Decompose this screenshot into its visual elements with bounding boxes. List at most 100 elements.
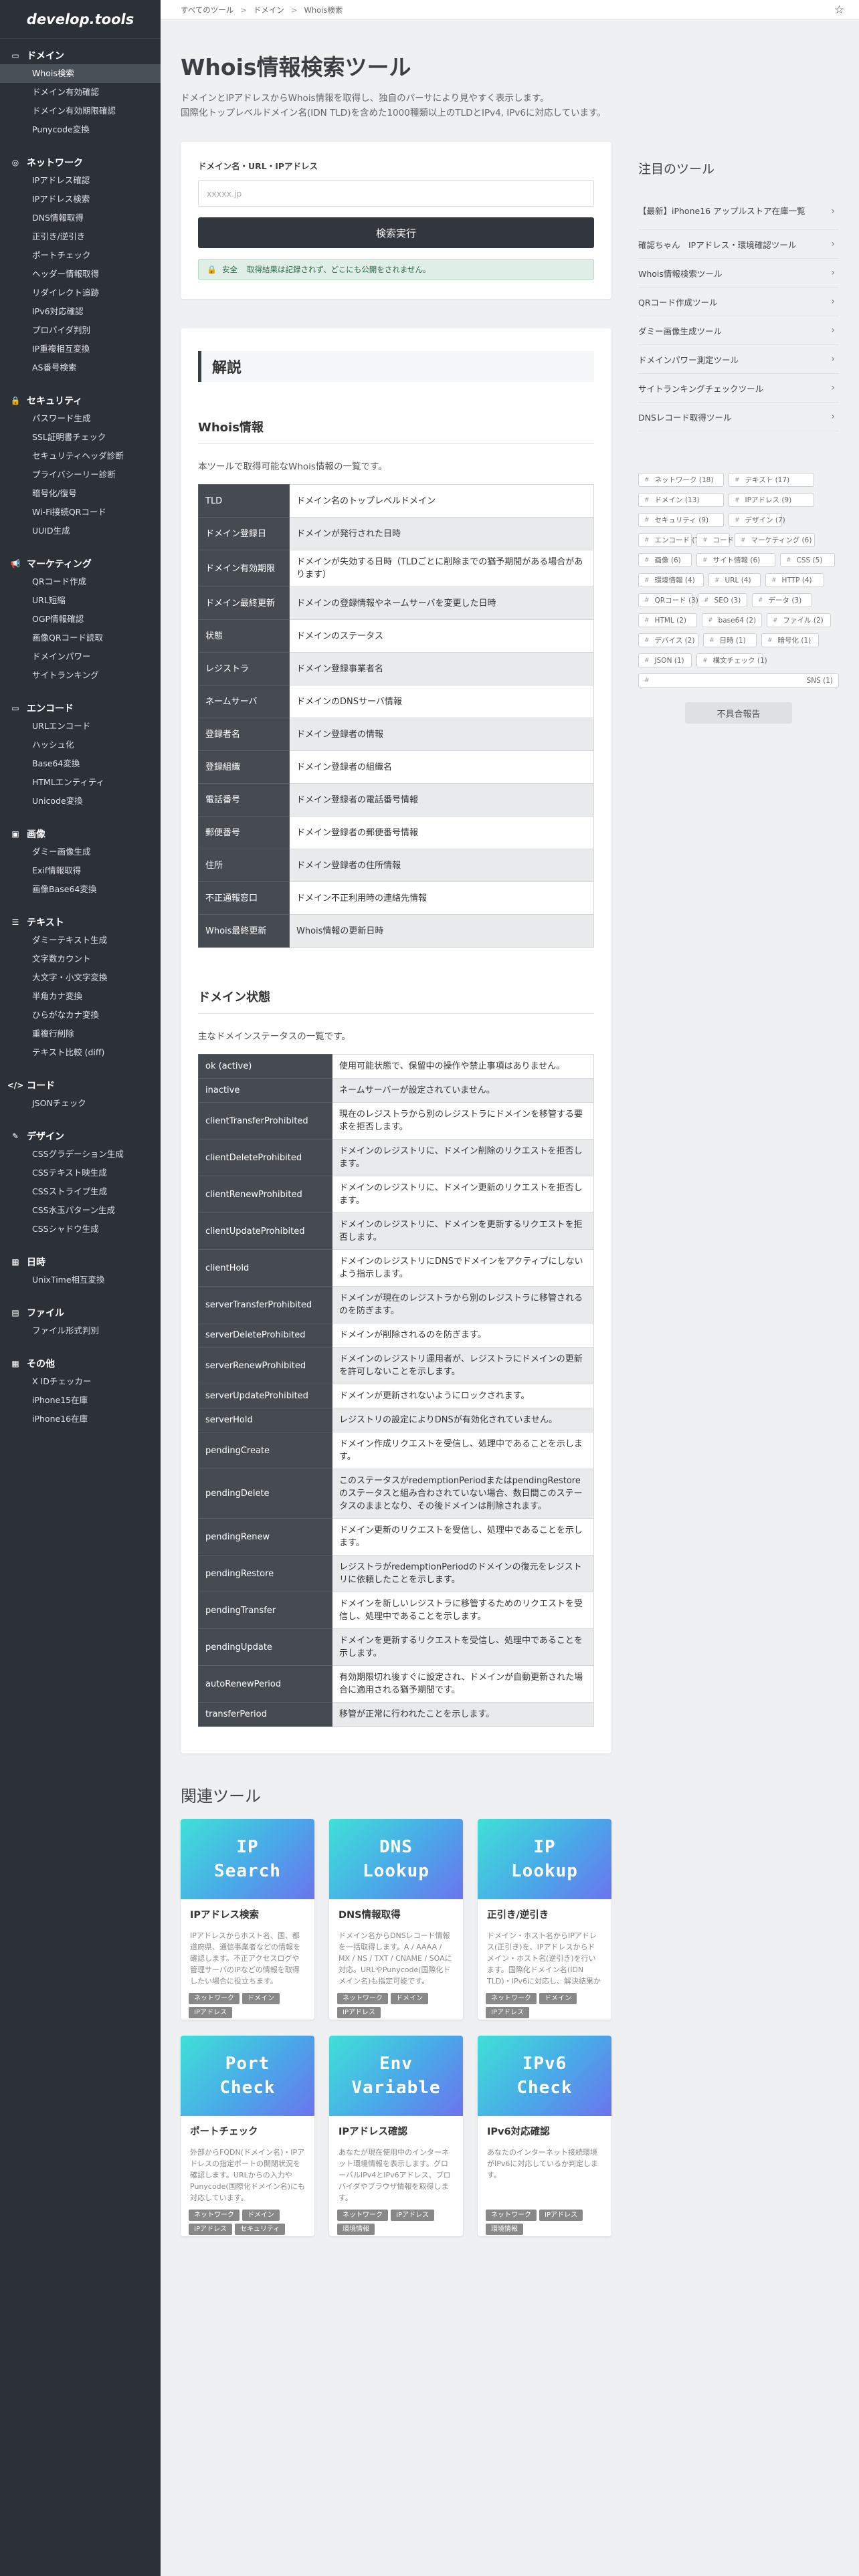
tool-tag[interactable]: ネットワーク bbox=[337, 1993, 388, 2004]
sidebar-item[interactable]: Wi-Fi接続QRコード bbox=[0, 503, 161, 522]
featured-tool-link[interactable]: 確認ちゃん IPアドレス・環境確認ツール › bbox=[638, 230, 839, 259]
sidebar-item[interactable]: 文字数カウント bbox=[0, 950, 161, 968]
sidebar-item[interactable]: IPv6対応確認 bbox=[0, 302, 161, 321]
breadcrumb-domain[interactable]: ドメイン bbox=[254, 5, 284, 15]
sidebar-item[interactable]: URLエンコード bbox=[0, 717, 161, 736]
tag-chip[interactable]: # 画像 (6) bbox=[638, 553, 692, 567]
tool-tag[interactable]: IPアドレス bbox=[337, 2007, 381, 2018]
tag-chip[interactable]: # 暗号化 (1) bbox=[761, 633, 819, 647]
sidebar-item[interactable]: 半角カナ変換 bbox=[0, 987, 161, 1006]
tag-chip[interactable]: # JSON (1) bbox=[638, 653, 692, 667]
tag-chip[interactable]: # base64 (2) bbox=[702, 613, 762, 627]
tool-tag[interactable]: IPアドレス bbox=[539, 2210, 583, 2221]
tag-chip[interactable]: # テキスト (17) bbox=[729, 473, 814, 487]
sidebar-item[interactable]: DNS情報取得 bbox=[0, 209, 161, 227]
tag-chip[interactable]: # コード (7) bbox=[696, 533, 746, 547]
tool-tag[interactable]: ネットワーク bbox=[189, 2210, 240, 2221]
tool-tag[interactable]: ドメイン bbox=[391, 1993, 428, 2004]
sidebar-item[interactable]: パスワード生成 bbox=[0, 409, 161, 428]
tag-chip[interactable]: # SEO (3) bbox=[698, 593, 747, 607]
sidebar-item[interactable]: Exif情報取得 bbox=[0, 861, 161, 880]
sidebar-item[interactable]: Base64変換 bbox=[0, 754, 161, 773]
tool-tag[interactable]: IPアドレス bbox=[189, 2007, 232, 2018]
tag-chip[interactable]: # 構文チェック (1) bbox=[696, 653, 767, 667]
tag-chip[interactable]: # デバイス (2) bbox=[638, 633, 698, 647]
tag-chip[interactable]: # ネットワーク (18) bbox=[638, 473, 724, 487]
sidebar-item[interactable]: プライバシーリー診断 bbox=[0, 465, 161, 484]
tag-chip[interactable]: # ファイル (2) bbox=[767, 613, 831, 627]
sidebar-item[interactable]: Unicode変換 bbox=[0, 792, 161, 811]
sidebar-item[interactable]: Punycode変換 bbox=[0, 120, 161, 139]
sidebar-item[interactable]: CSSグラデーション生成 bbox=[0, 1145, 161, 1164]
site-logo[interactable]: develop.tools bbox=[0, 0, 161, 39]
featured-tool-link[interactable]: ドメインパワー測定ツール › bbox=[638, 345, 839, 374]
tag-chip[interactable]: # HTTP (4) bbox=[765, 573, 824, 587]
related-tool-card[interactable]: Env Variable IPアドレス確認 あなたが現在使用中のインターネット環境情報… bbox=[329, 2036, 463, 2236]
sidebar-item[interactable]: 大文字・小文字変換 bbox=[0, 968, 161, 987]
sidebar-item[interactable]: テキスト比較 (diff) bbox=[0, 1043, 161, 1062]
featured-tool-link[interactable]: DNSレコード取得ツール › bbox=[638, 403, 839, 431]
sidebar-item[interactable]: リダイレクト追跡 bbox=[0, 284, 161, 302]
sidebar-item[interactable]: 画像Base64変換 bbox=[0, 880, 161, 899]
sidebar-item[interactable]: セキュリティヘッダ診断 bbox=[0, 447, 161, 465]
sidebar-item[interactable]: ドメインパワー bbox=[0, 647, 161, 666]
tag-chip[interactable]: # QRコード (3) bbox=[638, 593, 698, 607]
sidebar-item[interactable]: OGP情報確認 bbox=[0, 610, 161, 629]
tag-chip[interactable]: # SNS (1) bbox=[638, 673, 839, 687]
sidebar-item[interactable]: CSS水玉パターン生成 bbox=[0, 1201, 161, 1220]
search-button[interactable]: 検索実行 bbox=[198, 217, 594, 248]
tool-tag[interactable]: ネットワーク bbox=[337, 2210, 388, 2221]
sidebar-item[interactable]: SSL証明書チェック bbox=[0, 428, 161, 447]
tool-tag[interactable]: IPアドレス bbox=[486, 2007, 529, 2018]
sidebar-item[interactable]: Whois検索 bbox=[0, 64, 161, 83]
tag-chip[interactable]: # URL (4) bbox=[708, 573, 761, 587]
related-tool-card[interactable]: Port Check ポートチェック 外部からFQDN(ドメイン名)・IPアドレスの指… bbox=[181, 2036, 314, 2236]
sidebar-item[interactable]: ヘッダー情報取得 bbox=[0, 265, 161, 284]
sidebar-item[interactable]: 正引き/逆引き bbox=[0, 227, 161, 246]
breadcrumb-all-tools[interactable]: すべてのツール bbox=[181, 5, 233, 15]
sidebar-item[interactable]: プロバイダ判別 bbox=[0, 321, 161, 340]
sidebar-item[interactable]: HTMLエンティティ bbox=[0, 773, 161, 792]
sidebar-item[interactable]: ダミーテキスト生成 bbox=[0, 931, 161, 950]
sidebar-item[interactable]: ドメイン有効確認 bbox=[0, 83, 161, 102]
sidebar-item[interactable]: ダミー画像生成 bbox=[0, 843, 161, 861]
tag-chip[interactable]: # デザイン (7) bbox=[729, 513, 785, 527]
sidebar-item[interactable]: AS番号検索 bbox=[0, 358, 161, 377]
tag-chip[interactable]: # セキュリティ (9) bbox=[638, 513, 724, 527]
sidebar-item[interactable]: CSSシャドウ生成 bbox=[0, 1220, 161, 1239]
tag-chip[interactable]: # HTML (2) bbox=[638, 613, 697, 627]
tool-tag[interactable]: ネットワーク bbox=[486, 1993, 537, 2004]
tag-chip[interactable]: # エンコード (7) bbox=[638, 533, 702, 547]
tool-tag[interactable]: IPアドレス bbox=[391, 2210, 434, 2221]
tag-chip[interactable]: # データ (3) bbox=[752, 593, 812, 607]
related-tool-card[interactable]: IP Search IPアドレス検索 IPアドレスからホスト名、国、都道府県、通信事業… bbox=[181, 1819, 314, 2020]
sidebar-item[interactable]: IP重複相互変換 bbox=[0, 340, 161, 358]
tag-chip[interactable]: # 環境情報 (4) bbox=[638, 573, 704, 587]
tool-tag[interactable]: ネットワーク bbox=[486, 2210, 537, 2221]
sidebar-item[interactable]: iPhone15在庫 bbox=[0, 1391, 161, 1410]
tool-tag[interactable]: 環境情報 bbox=[486, 2224, 523, 2235]
sidebar-item[interactable]: UnixTime相互変換 bbox=[0, 1271, 161, 1289]
tag-chip[interactable]: # マーケティング (6) bbox=[735, 533, 815, 547]
sidebar-item[interactable]: CSSテキスト映生成 bbox=[0, 1164, 161, 1182]
tag-chip[interactable]: # CSS (5) bbox=[780, 553, 835, 567]
sidebar-item[interactable]: IPアドレス確認 bbox=[0, 171, 161, 190]
sidebar-item[interactable]: ファイル形式判別 bbox=[0, 1321, 161, 1340]
tool-tag[interactable]: ネットワーク bbox=[189, 1993, 240, 2004]
featured-tool-link[interactable]: 【最新】iPhone16 アップルストア在庫一覧 › bbox=[638, 193, 839, 230]
report-button[interactable]: 不具合報告 bbox=[685, 702, 792, 724]
featured-tool-link[interactable]: QRコード作成ツール › bbox=[638, 288, 839, 316]
sidebar-item[interactable]: ハッシュ化 bbox=[0, 736, 161, 754]
sidebar-item[interactable]: 重複行削除 bbox=[0, 1025, 161, 1043]
tag-chip[interactable]: # ドメイン (13) bbox=[638, 493, 724, 507]
related-tool-card[interactable]: IPv6 Check IPv6対応確認 あなたのインターネット接続環境がIPv6に対応… bbox=[478, 2036, 611, 2236]
tag-chip[interactable]: # 日時 (1) bbox=[703, 633, 757, 647]
sidebar-item[interactable]: ドメイン有効期限確認 bbox=[0, 102, 161, 120]
sidebar-item[interactable]: CSSストライプ生成 bbox=[0, 1182, 161, 1201]
sidebar-item[interactable]: URL短縮 bbox=[0, 591, 161, 610]
featured-tool-link[interactable]: サイトランキングチェックツール › bbox=[638, 374, 839, 403]
tool-tag[interactable]: ドメイン bbox=[242, 1993, 280, 2004]
sidebar-item[interactable]: UUID生成 bbox=[0, 522, 161, 540]
tool-tag[interactable]: セキュリティ bbox=[234, 2224, 286, 2235]
sidebar-item[interactable]: IPアドレス検索 bbox=[0, 190, 161, 209]
